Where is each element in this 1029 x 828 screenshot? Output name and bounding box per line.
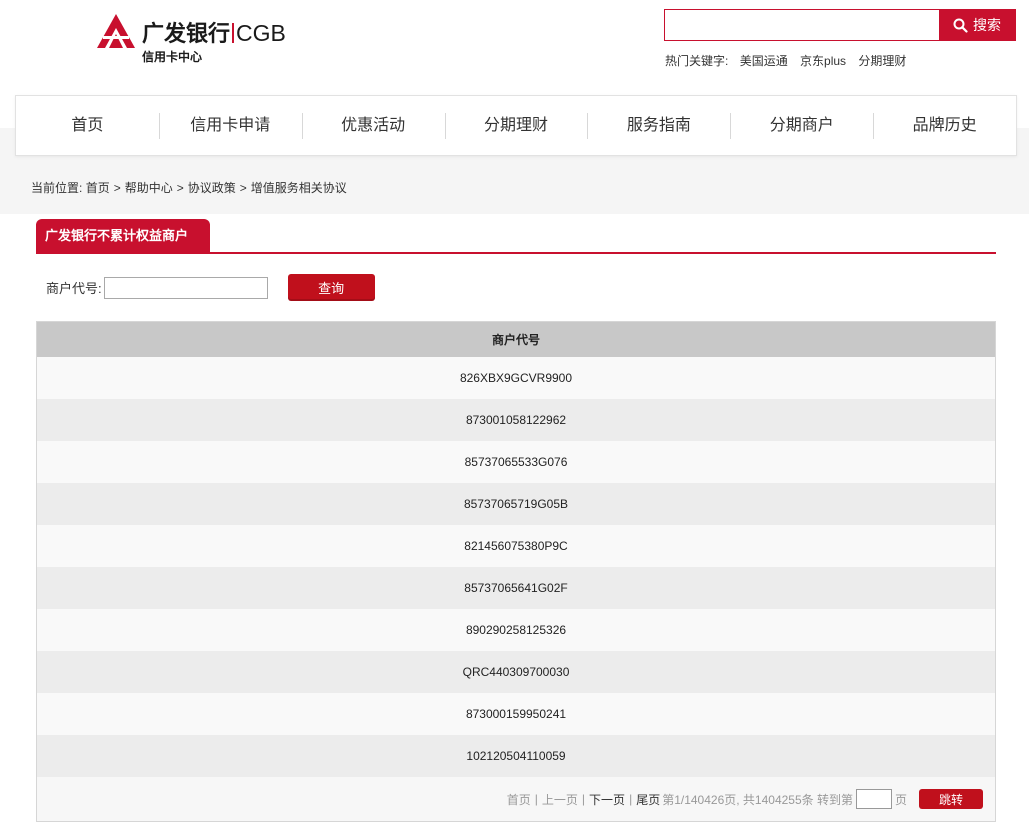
- table-row: 873000159950241: [37, 693, 995, 735]
- merchant-code-input[interactable]: [103, 276, 268, 299]
- hot-keywords-label: 热门关键字:: [665, 54, 729, 68]
- nav-item-service-guide[interactable]: 服务指南: [587, 112, 730, 139]
- pager-first[interactable]: 首页: [507, 791, 531, 808]
- pager-separator: |: [534, 792, 538, 806]
- hot-keyword-link[interactable]: 分期理财: [858, 54, 906, 68]
- pagination: 首页 | 上一页 | 下一页 | 尾页 第1/140426页, 共1404255…: [507, 788, 983, 810]
- breadcrumb: 当前位置: 首页 > 帮助中心 > 协议政策 > 增值服务相关协议: [31, 179, 347, 196]
- table-row: 826XBX9GCVR9900: [37, 357, 995, 399]
- pager-separator: |: [581, 792, 586, 806]
- cgb-logo-icon: [97, 14, 135, 48]
- table-header: 商户代号: [37, 322, 995, 357]
- pager-last[interactable]: 尾页: [636, 791, 660, 808]
- hot-keyword-link[interactable]: 京东plus: [800, 54, 846, 68]
- brand-name-cn: 广发银行: [142, 22, 231, 47]
- pager-info: 第1/140426页, 共1404255条 转到第: [662, 792, 853, 807]
- table-row: 821456075380P9C: [37, 525, 995, 567]
- search-box: 搜索: [664, 9, 1016, 41]
- table-row: 85737065533G076: [37, 441, 995, 483]
- pager-prev[interactable]: 上一页: [542, 791, 578, 808]
- brand-separator: [232, 23, 235, 43]
- brand-subtitle: 信用卡中心: [142, 50, 203, 64]
- breadcrumb-separator: >: [176, 181, 184, 195]
- pager-next[interactable]: 下一页: [589, 791, 625, 808]
- table-row: 102120504110059: [37, 735, 995, 777]
- logo[interactable]: 广发银行 CGB 信用卡中心: [97, 14, 297, 68]
- page-jump-button[interactable]: 跳转: [919, 789, 983, 809]
- section-tab-bar: 广发银行不累计权益商户: [36, 219, 996, 254]
- main-nav: 首页 信用卡申请 优惠活动 分期理财 服务指南 分期商户 品牌历史: [15, 95, 1017, 156]
- search-input[interactable]: [665, 10, 941, 40]
- breadcrumb-current[interactable]: 增值服务相关协议: [251, 181, 347, 195]
- breadcrumb-link-help[interactable]: 帮助中心: [125, 181, 173, 195]
- breadcrumb-link-home[interactable]: 首页: [86, 181, 110, 195]
- nav-item-home[interactable]: 首页: [16, 113, 159, 139]
- search-icon: [953, 18, 968, 33]
- table-row: 85737065641G02F: [37, 567, 995, 609]
- section-tab[interactable]: 广发银行不累计权益商户: [36, 219, 210, 252]
- query-button[interactable]: 查询: [287, 274, 375, 301]
- merchant-code-label: 商户代号:: [46, 281, 102, 296]
- query-form: 商户代号: 查询: [46, 274, 375, 301]
- pager-page-suffix: 页: [894, 792, 907, 807]
- search-button[interactable]: 搜索: [939, 9, 1015, 41]
- breadcrumb-separator: >: [113, 181, 121, 195]
- brand-name: 广发银行 CGB: [142, 16, 286, 48]
- table-row: QRC440309700030: [37, 651, 995, 693]
- pager-separator: |: [629, 792, 633, 806]
- table-row: 873001058122962: [37, 399, 995, 441]
- breadcrumb-link-policy[interactable]: 协议政策: [188, 181, 236, 195]
- nav-item-installments[interactable]: 分期理财: [444, 112, 588, 139]
- hot-keywords: 热门关键字: 美国运通 京东plus 分期理财: [665, 52, 915, 69]
- table-row: 890290258125326: [37, 609, 995, 651]
- breadcrumb-separator: >: [239, 181, 247, 195]
- nav-item-brand-history[interactable]: 品牌历史: [873, 112, 1016, 139]
- nav-item-card-apply[interactable]: 信用卡申请: [158, 112, 302, 139]
- header: 广发银行 CGB 信用卡中心 搜索 热门关键字: 美国运通 京东plus 分期理财: [0, 0, 1029, 95]
- page-jump-input[interactable]: [855, 789, 892, 809]
- breadcrumb-label: 当前位置:: [31, 181, 83, 195]
- brand-name-en: CGB: [236, 20, 286, 46]
- table-row: 85737065719G05B: [37, 483, 995, 525]
- nav-item-merchants[interactable]: 分期商户: [730, 112, 873, 139]
- hot-keyword-link[interactable]: 美国运通: [740, 54, 788, 68]
- search-button-label: 搜索: [973, 17, 1001, 33]
- nav-item-promotions[interactable]: 优惠活动: [301, 112, 445, 139]
- merchant-table: 商户代号 826XBX9GCVR9900 873001058122962 857…: [36, 321, 996, 822]
